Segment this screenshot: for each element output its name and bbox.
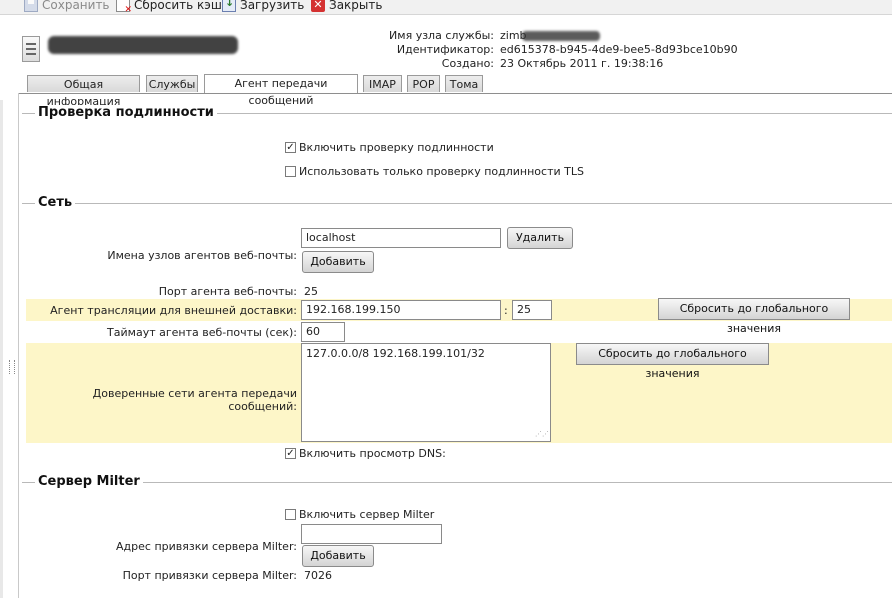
remove-button[interactable]: Удалить [507,227,573,249]
server-icon [22,36,40,62]
section-auth: Проверка подлинности [22,105,892,121]
webmail-host-field[interactable]: localhost [301,228,501,248]
close-label: Закрыть [329,0,383,12]
save-button[interactable]: Сохранить [24,0,110,13]
save-label: Сохранить [42,0,110,12]
tab-general[interactable]: Общая информация [27,75,140,108]
checkbox-unchecked-icon [285,509,296,520]
host-value-redacted [522,31,600,41]
section-milter-title: Сервер Milter [35,474,143,489]
tab-pop[interactable]: POP [407,75,440,92]
id-label: Идентификатор: [396,43,494,56]
auth-tls-only-checkbox[interactable]: Использовать только проверку подлинности… [285,165,584,178]
relay-reset-button[interactable]: Сбросить до глобального значения [658,298,850,335]
splitter-handle[interactable] [9,360,15,374]
flush-cache-label: Сбросить кэш [134,0,222,12]
host-label: Имя узла службы: [389,29,494,42]
timeout-field[interactable]: 60 [301,322,345,342]
load-button[interactable]: Загрузить [222,0,304,13]
section-auth-title: Проверка подлинности [35,105,217,120]
milter-bind-port-value: 7026 [304,569,332,582]
webmail-hosts-label: Имена узлов агентов веб-почты: [107,249,297,262]
milter-enable-label: Включить сервер Milter [299,508,435,521]
milter-bind-port-label: Порт привязки сервера Milter: [122,569,297,582]
section-network: Сеть [22,195,892,211]
tab-services[interactable]: Службы [146,75,198,92]
auth-tls-only-label: Использовать только проверку подлинности… [299,165,584,178]
tab-mta[interactable]: Агент передачи сообщений [204,74,358,107]
milter-enable-checkbox[interactable]: Включить сервер Milter [285,508,434,521]
side-panel-edge [0,100,3,598]
flush-cache-icon [116,0,132,15]
timeout-label: Таймаут агента веб-почты (сек): [107,326,297,339]
section-network-title: Сеть [35,195,76,210]
add-webmail-host-button[interactable]: Добавить [302,251,374,273]
close-button[interactable]: ✕ Закрыть [311,0,382,13]
section-milter: Сервер Milter [22,474,892,490]
tab-imap[interactable]: IMAP [363,75,402,92]
milter-bind-address-label: Адрес привязки сервера Milter: [116,540,297,553]
resize-handle-icon[interactable]: ⋰⋰ [535,430,549,438]
relay-host-field[interactable]: 192.168.199.150 [301,300,501,320]
server-name-redacted [48,36,238,54]
dns-lookup-checkbox[interactable]: ✓ Включить просмотр DNS: [285,447,446,460]
auth-enable-label: Включить проверку подлинности [299,141,494,154]
tab-volumes[interactable]: Тома [445,75,483,92]
trusted-networks-label: Доверенные сети агента передачи сообщени… [92,387,297,413]
toolbar: Сохранить Сбросить кэш Загрузить ✕ Закры… [0,0,892,15]
milter-bind-address-field[interactable] [301,524,442,544]
save-icon [24,0,38,12]
load-icon [222,0,236,12]
checkbox-checked-icon: ✓ [285,142,296,153]
trusted-reset-button[interactable]: Сбросить до глобального значения [576,343,769,380]
created-label: Создано: [441,57,494,70]
checkbox-checked-icon: ✓ [285,448,296,459]
close-icon: ✕ [311,0,325,12]
dns-lookup-label: Включить просмотр DNS: [299,447,446,460]
flush-cache-button[interactable]: Сбросить кэш [116,0,222,15]
trusted-networks-value: 127.0.0.0/8 192.168.199.101/32 [306,347,485,360]
webmail-port-value: 25 [304,285,318,298]
created-value: 23 Октябрь 2011 г. 19:38:16 [500,57,664,70]
load-label: Загрузить [240,0,305,12]
tab-bar: Общая информация Службы Агент передачи с… [18,74,892,108]
checkbox-unchecked-icon [285,166,296,177]
add-milter-address-button[interactable]: Добавить [302,545,374,567]
relay-port-field[interactable]: 25 [512,300,552,320]
id-value: ed615378-b945-4de9-bee5-8d93bce10b90 [500,43,738,56]
webmail-port-label: Порт агента веб-почты: [158,285,297,298]
auth-enable-checkbox[interactable]: ✓ Включить проверку подлинности [285,141,494,154]
relay-label: Агент трансляции для внешней доставки: [50,304,297,317]
relay-separator: : [504,304,508,317]
trusted-networks-textarea[interactable]: 127.0.0.0/8 192.168.199.101/32 [301,343,551,442]
